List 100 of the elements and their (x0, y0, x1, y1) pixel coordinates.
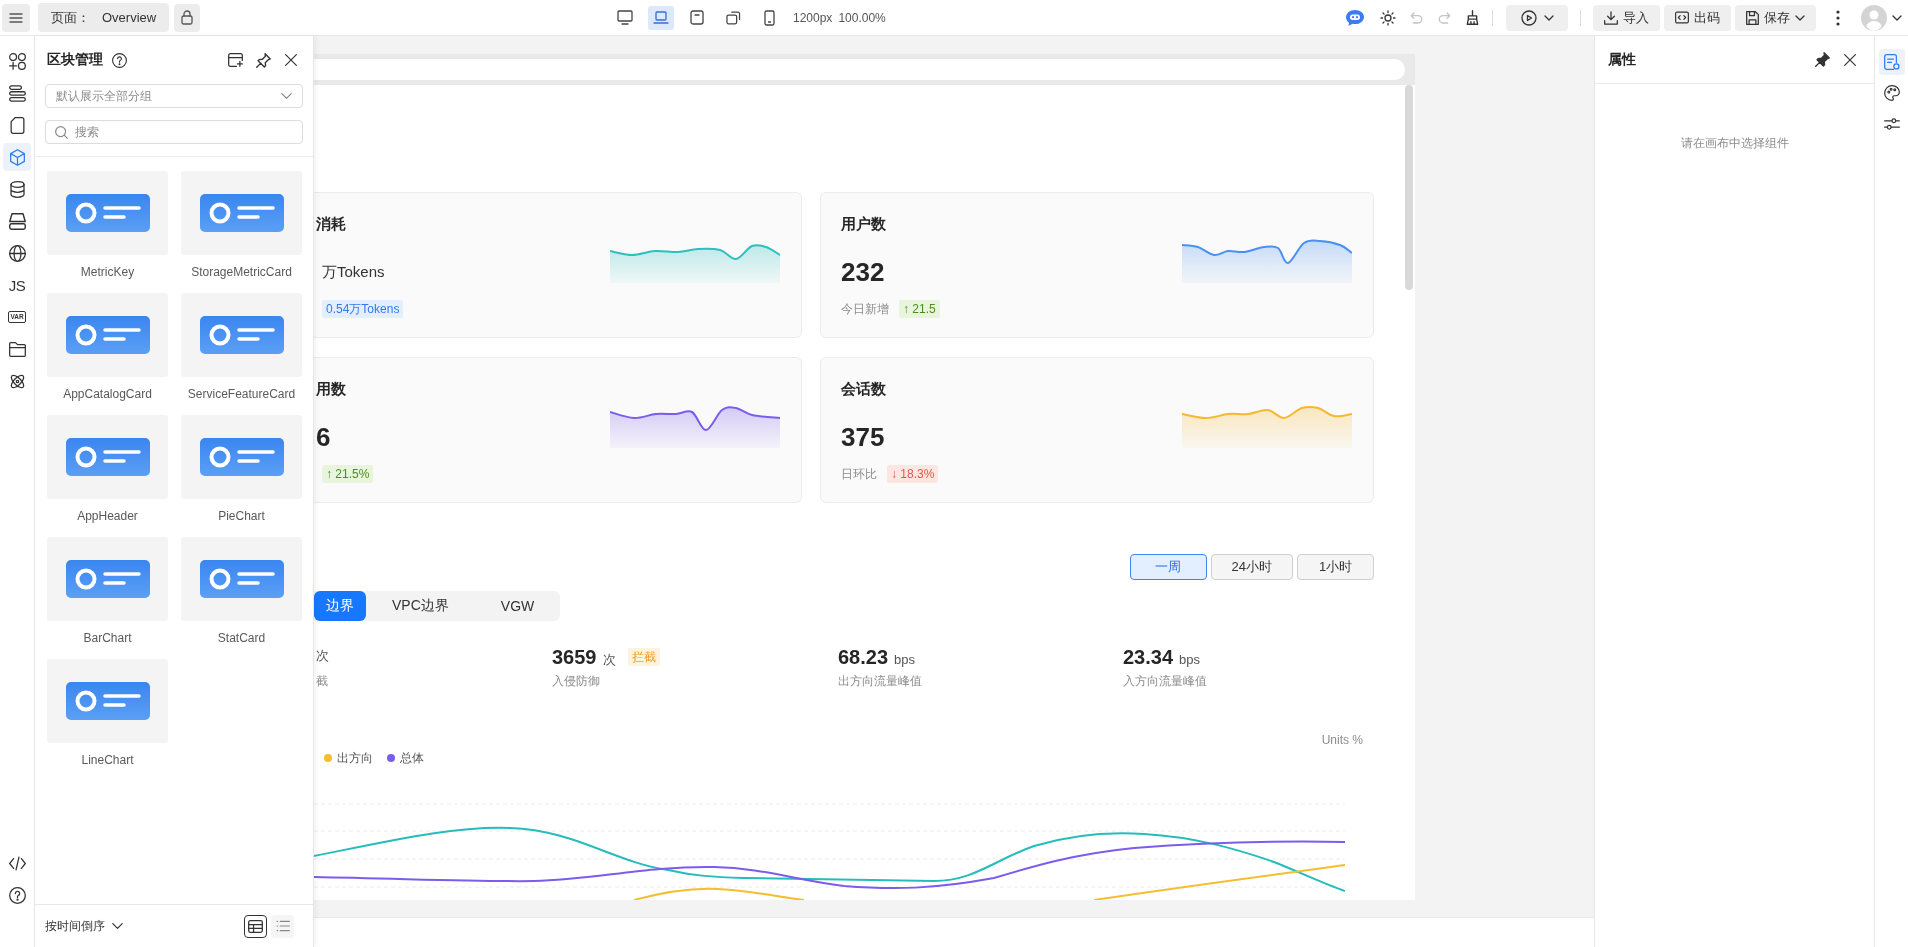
block-name: PieChart (218, 508, 265, 525)
legend-label: 总体 (400, 751, 424, 765)
chevron-down-icon (112, 923, 123, 929)
block-thumbnail[interactable] (47, 415, 168, 499)
metric-value: 232 (841, 256, 885, 288)
block-name: StorageMetricCard (191, 264, 292, 281)
segment-tab[interactable]: VGW (474, 591, 561, 621)
trend-tag: 0.54万Tokens (322, 300, 404, 318)
block-thumbnail[interactable] (181, 537, 302, 621)
card-icon (199, 316, 284, 354)
lock-button[interactable] (174, 3, 201, 32)
units-label: Units % (1321, 733, 1363, 747)
caret-icon (1892, 14, 1902, 21)
panel-title: 区块管理 (47, 51, 103, 69)
status-tag: 拦截 (627, 648, 660, 666)
save-button[interactable]: 保存 (1735, 4, 1816, 31)
trend-tag: ↑ 21.5% (322, 465, 374, 483)
empty-hint: 请在画布中选择组件 (1680, 135, 1789, 152)
avatar-icon (1861, 4, 1887, 31)
trend-tag: ↑ 21.5 (899, 300, 940, 318)
card-icon (199, 560, 284, 598)
metric-value: 6 (316, 421, 331, 453)
time-range-button[interactable]: 1小时 (1297, 554, 1374, 580)
stat-label: 入侵防御 (552, 673, 600, 689)
caret-icon (1795, 14, 1805, 21)
redo-icon (1437, 11, 1451, 24)
block-name: ServiceFeatureCard (187, 386, 296, 403)
card-title: 会话数 (841, 380, 886, 398)
atom-icon (8, 372, 26, 390)
block-thumbnail[interactable] (47, 171, 168, 255)
monitor-icon (617, 10, 633, 25)
close-icon (285, 54, 297, 66)
code-icon (1675, 11, 1689, 24)
time-range-button[interactable]: 一周 (1129, 554, 1207, 580)
brush-icon (1465, 10, 1479, 25)
segment-tab[interactable]: VPC边界 (366, 591, 475, 621)
scrollbar-thumb[interactable] (1405, 85, 1413, 290)
block-thumbnail[interactable] (181, 171, 302, 255)
globe-icon (8, 244, 26, 262)
more-icon (1836, 9, 1840, 26)
phone-icon (763, 9, 775, 26)
card-icon (199, 194, 284, 232)
menu-button[interactable] (2, 3, 30, 32)
list-view-icon (275, 920, 290, 932)
stat-unit: bps (1179, 652, 1201, 667)
block-thumbnail[interactable] (47, 537, 168, 621)
sort-dropdown[interactable]: 按时间倒序 (45, 917, 123, 935)
help-icon (8, 886, 26, 904)
block-thumbnail[interactable] (181, 415, 302, 499)
search-field[interactable]: 搜索 (45, 120, 303, 144)
sun-icon (1380, 9, 1396, 26)
play-button[interactable] (1506, 4, 1568, 31)
page-selector[interactable]: 页面： Overview (38, 3, 170, 32)
activity-bar-button[interactable]: JS (3, 271, 31, 299)
block-thumbnail[interactable] (47, 293, 168, 377)
card-title: 用数 (316, 380, 346, 398)
card-icon (65, 438, 150, 476)
code-button[interactable]: 出码 (1664, 4, 1731, 31)
lock-icon (181, 10, 194, 25)
save-icon (1746, 10, 1759, 25)
stat-unit: 次 (316, 647, 329, 665)
chat-bot-icon (1345, 8, 1365, 27)
chevron-down-icon (281, 93, 292, 99)
view-toggle[interactable] (244, 914, 267, 938)
cube-icon (8, 148, 26, 166)
stat-unit: 次 (602, 651, 616, 669)
database-icon (8, 180, 26, 198)
card-title: 消耗 (316, 215, 346, 233)
menu-icon (9, 12, 23, 23)
help-icon[interactable] (112, 52, 127, 68)
stat-unit: bps (894, 652, 916, 667)
properties-icon (1883, 54, 1900, 70)
add-block-button[interactable] (225, 50, 245, 70)
folder-icon (8, 340, 26, 358)
metric-value: 375 (841, 421, 885, 453)
tablet-icon (690, 10, 704, 25)
card-icon (199, 438, 284, 476)
card-icon (65, 316, 150, 354)
group-select[interactable]: 默认展示全部分组 (45, 84, 303, 108)
block-thumbnail[interactable] (181, 293, 302, 377)
stat-label: 入方向流量峰值 (1123, 673, 1207, 689)
view-toggle[interactable] (271, 914, 294, 938)
card-icon (65, 682, 150, 720)
import-button[interactable]: 导入 (1593, 4, 1660, 31)
stacked-screens-icon (725, 10, 741, 25)
block-name: StatCard (217, 630, 266, 647)
document-icon (8, 116, 26, 134)
panel-title: 属性 (1608, 50, 1636, 69)
block-thumbnail[interactable] (47, 659, 168, 743)
card-icon (65, 560, 150, 598)
metric-label: 日环比 (841, 465, 877, 483)
stat-value: 3659 (552, 647, 597, 667)
segment-tab[interactable]: 边界 (314, 591, 366, 621)
stat-value: 68.23 (838, 647, 889, 667)
block-name: AppCatalogCard (63, 386, 152, 403)
time-range-button[interactable]: 24小时 (1210, 554, 1293, 580)
code-icon (8, 854, 26, 872)
search-icon (55, 125, 68, 139)
trend-tag: ↓ 18.3% (887, 465, 939, 483)
tray-icon (8, 212, 26, 230)
